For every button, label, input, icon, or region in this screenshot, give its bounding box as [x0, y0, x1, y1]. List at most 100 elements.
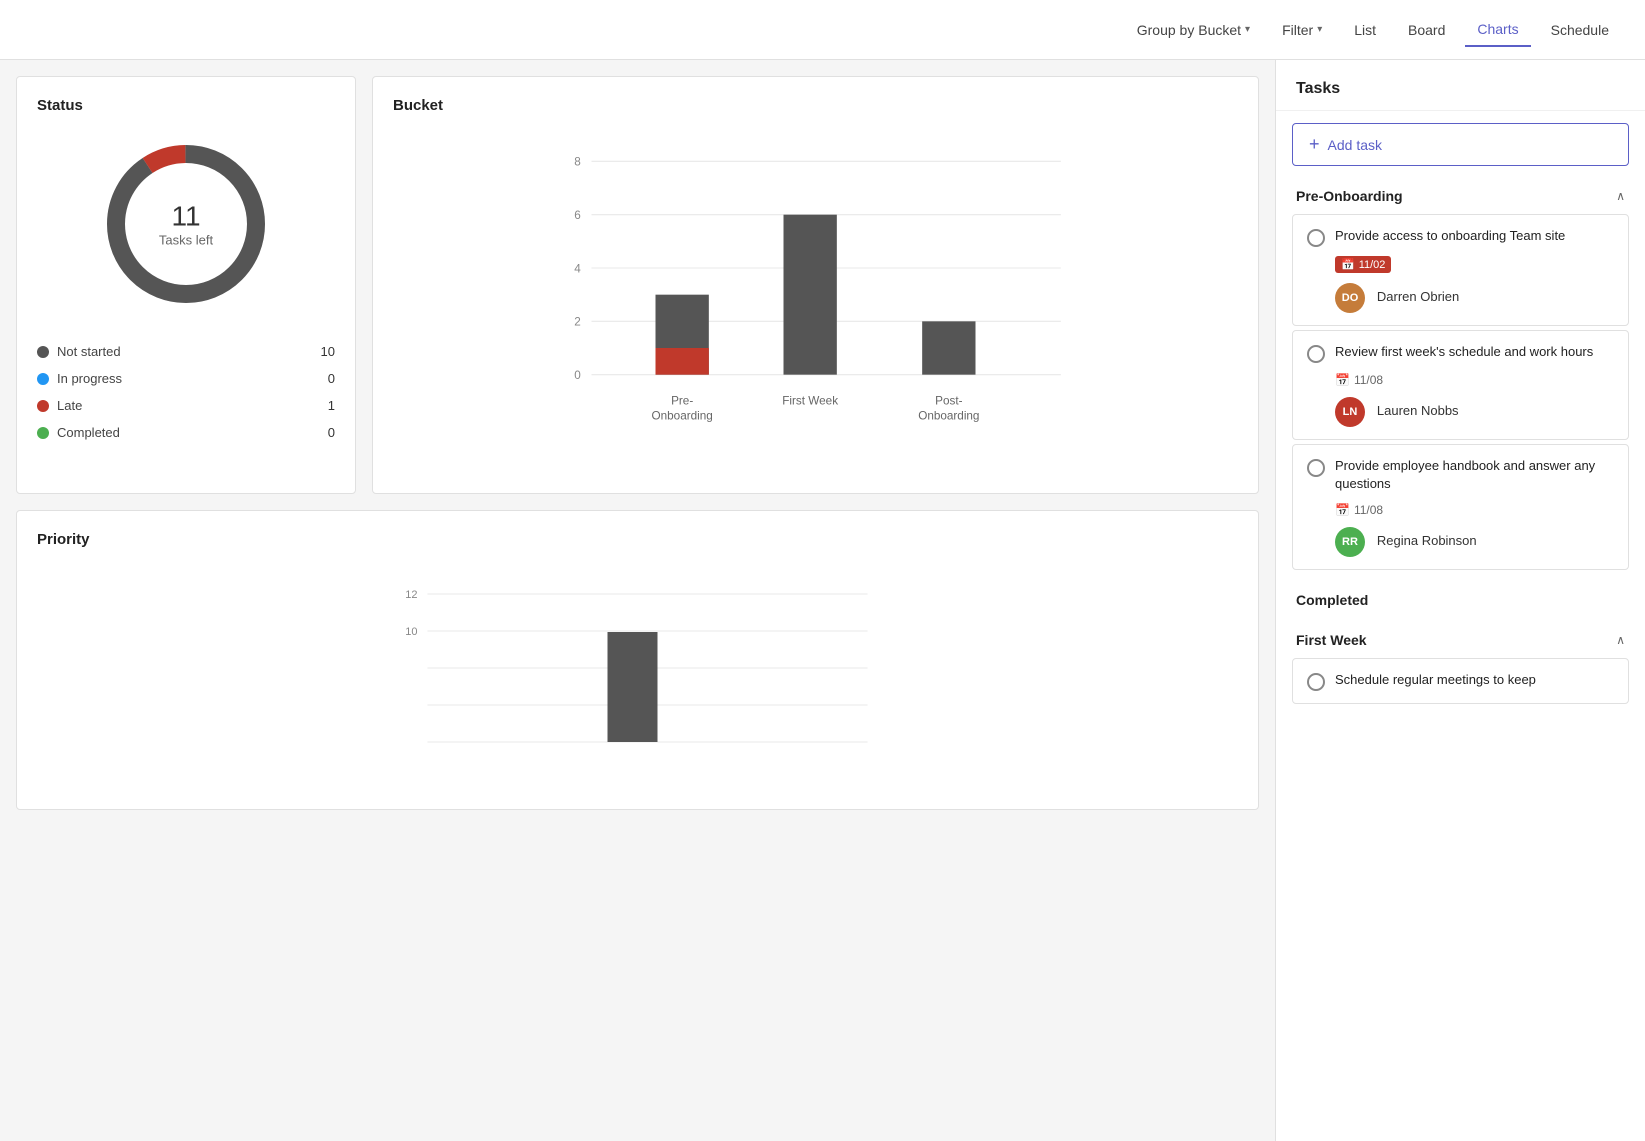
task-date-value-review: 11/08 [1354, 373, 1383, 387]
bucket-section-header-completed[interactable]: Completed [1276, 582, 1645, 614]
group-by-chevron: ▾ [1245, 24, 1250, 35]
avatar-do: DO [1335, 283, 1365, 313]
filter-button[interactable]: Filter ▾ [1270, 14, 1334, 46]
add-task-button[interactable]: + Add task [1292, 123, 1629, 166]
priority-bar-chart: 12 10 [37, 564, 1238, 787]
bucket-section-preonboarding: Pre-Onboarding ∧ Provide access to onboa… [1276, 178, 1645, 574]
svg-text:10: 10 [405, 626, 417, 638]
top-charts-row: Status 11 Tas [16, 76, 1259, 494]
task-date-handbook: 📅 11/08 [1335, 503, 1383, 517]
bar-firstweek-notstarted [784, 215, 837, 375]
task-assignee-handbook: RR Regina Robinson [1335, 523, 1614, 557]
legend-count-late: 1 [328, 398, 335, 413]
task-top-row: Provide access to onboarding Team site [1307, 227, 1614, 247]
charts-label: Charts [1477, 21, 1518, 37]
avatar-rr: RR [1335, 527, 1365, 557]
top-navigation: Group by Bucket ▾ Filter ▾ List Board Ch… [0, 0, 1645, 60]
calendar-icon-review: 📅 [1335, 373, 1350, 387]
priority-bar-svg: 12 10 [37, 574, 1238, 774]
bucket-section-name-firstweek: First Week [1296, 632, 1367, 648]
bucket-chevron-firstweek: ∧ [1616, 633, 1625, 647]
list-label: List [1354, 22, 1376, 38]
legend-item-inprogress: In progress 0 [37, 365, 335, 392]
legend-item-late: Late 1 [37, 392, 335, 419]
task-title-handbook: Provide employee handbook and answer any… [1335, 457, 1614, 493]
group-by-button[interactable]: Group by Bucket ▾ [1125, 14, 1262, 46]
donut-wrapper: 11 Tasks left [96, 134, 276, 314]
bucket-bar-chart: 8 6 4 2 0 Pre- Onboarding First Week [393, 130, 1238, 473]
task-item-review-schedule[interactable]: Review first week's schedule and work ho… [1292, 330, 1629, 440]
bottom-charts-row: Priority 12 10 [16, 510, 1259, 810]
avatar-ln: LN [1335, 397, 1365, 427]
tasks-panel-title: Tasks [1276, 60, 1645, 111]
task-circle-handbook[interactable] [1307, 459, 1325, 477]
assignee-name-rr: Regina Robinson [1377, 533, 1477, 548]
svg-text:Post-: Post- [935, 395, 962, 408]
svg-text:Onboarding: Onboarding [918, 409, 979, 422]
charts-area: Status 11 Tas [0, 60, 1275, 1141]
add-task-label: Add task [1328, 137, 1382, 153]
schedule-button[interactable]: Schedule [1539, 14, 1621, 46]
task-circle-meetings[interactable] [1307, 673, 1325, 691]
bucket-section-header-firstweek[interactable]: First Week ∧ [1276, 622, 1645, 654]
svg-text:12: 12 [405, 589, 417, 601]
bucket-section-name-preonboarding: Pre-Onboarding [1296, 188, 1403, 204]
main-container: Status 11 Tas [0, 60, 1645, 1141]
add-task-plus-icon: + [1309, 134, 1320, 155]
legend-item-notstarted: Not started 10 [37, 338, 335, 365]
bucket-section-header-preonboarding[interactable]: Pre-Onboarding ∧ [1276, 178, 1645, 210]
bucket-bar-svg: 8 6 4 2 0 Pre- Onboarding First Week [393, 140, 1238, 460]
board-button[interactable]: Board [1396, 14, 1457, 46]
bar-postonboarding-notstarted [922, 321, 975, 374]
legend-dot-late [37, 400, 49, 412]
charts-button[interactable]: Charts [1465, 13, 1530, 47]
schedule-label: Schedule [1551, 22, 1609, 38]
task-circle-review[interactable] [1307, 345, 1325, 363]
bucket-card: Bucket 8 6 4 2 0 [372, 76, 1259, 494]
svg-text:6: 6 [574, 209, 581, 222]
bucket-chevron-preonboarding: ∧ [1616, 189, 1625, 203]
svg-text:2: 2 [574, 316, 581, 329]
task-top-row-handbook: Provide employee handbook and answer any… [1307, 457, 1614, 493]
priority-bar [608, 632, 658, 742]
task-assignee-provide-access: DO Darren Obrien [1335, 279, 1614, 313]
task-meta-review: 📅 11/08 LN Lauren Nobbs [1307, 371, 1614, 427]
bar-preonboarding-late [656, 348, 709, 375]
task-date-review: 📅 11/08 [1335, 373, 1383, 387]
legend-dot-notstarted [37, 346, 49, 358]
task-item-provide-access[interactable]: Provide access to onboarding Team site 📅… [1292, 214, 1629, 326]
legend-label-completed: Completed [57, 425, 120, 440]
svg-text:4: 4 [574, 262, 581, 275]
task-meta-handbook: 📅 11/08 RR Regina Robinson [1307, 501, 1614, 557]
task-title-meetings: Schedule regular meetings to keep [1335, 671, 1536, 689]
svg-text:Onboarding: Onboarding [652, 409, 713, 422]
bucket-card-title: Bucket [393, 97, 1238, 114]
task-title-review: Review first week's schedule and work ho… [1335, 343, 1593, 361]
legend-dot-inprogress [37, 373, 49, 385]
assignee-name-ln: Lauren Nobbs [1377, 403, 1459, 418]
status-card-title: Status [37, 97, 335, 114]
list-button[interactable]: List [1342, 14, 1388, 46]
task-date-value-handbook: 11/08 [1354, 503, 1383, 517]
task-item-schedule-meetings[interactable]: Schedule regular meetings to keep [1292, 658, 1629, 704]
task-assignee-review: LN Lauren Nobbs [1335, 393, 1614, 427]
svg-text:8: 8 [574, 156, 581, 169]
donut-center-text: 11 Tasks left [159, 201, 213, 248]
legend-label-notstarted: Not started [57, 344, 121, 359]
svg-text:0: 0 [574, 369, 581, 382]
bucket-section-firstweek: First Week ∧ Schedule regular meetings t… [1276, 622, 1645, 708]
legend-item-completed: Completed 0 [37, 419, 335, 446]
task-top-row-review: Review first week's schedule and work ho… [1307, 343, 1614, 363]
priority-card: Priority 12 10 [16, 510, 1259, 810]
legend-count-inprogress: 0 [328, 371, 335, 386]
task-circle-provide-access[interactable] [1307, 229, 1325, 247]
task-title-provide-access: Provide access to onboarding Team site [1335, 227, 1565, 245]
legend-label-late: Late [57, 398, 82, 413]
task-late-badge: 📅 11/02 [1335, 256, 1391, 273]
board-label: Board [1408, 22, 1445, 38]
priority-card-title: Priority [37, 531, 1238, 548]
status-card: Status 11 Tas [16, 76, 356, 494]
donut-sublabel: Tasks left [159, 233, 213, 248]
legend-count-completed: 0 [328, 425, 335, 440]
task-item-handbook[interactable]: Provide employee handbook and answer any… [1292, 444, 1629, 570]
